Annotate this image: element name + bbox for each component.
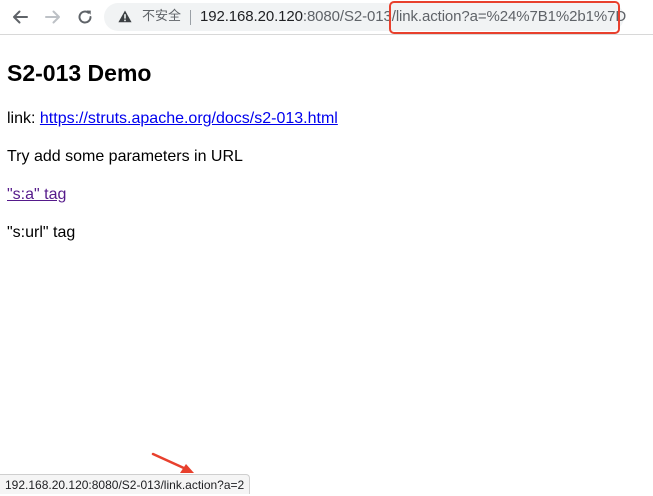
annotation-arrow-icon <box>151 452 194 473</box>
instruction-text: Try add some parameters in URL <box>7 148 243 165</box>
url-host: 192.168.20.120 <box>200 8 303 25</box>
page-title: S2-013 Demo <box>7 60 152 86</box>
status-bar: 192.168.20.120:8080/S2-013/link.action?a… <box>0 474 251 494</box>
warning-triangle-icon[interactable] <box>118 10 132 23</box>
forward-button[interactable] <box>42 6 64 28</box>
address-separator <box>190 10 191 25</box>
arrow-left-icon <box>13 10 28 24</box>
link-paragraph: link: https://struts.apache.org/docs/s2-… <box>7 109 338 129</box>
browser-toolbar: 不安全 192.168.20.120:8080/S2-013/link.acti… <box>0 0 653 35</box>
sa-tag-paragraph: "s:a" tag <box>7 185 66 205</box>
surl-tag-text: "s:url" tag <box>7 224 76 241</box>
reload-icon <box>78 10 92 24</box>
back-button[interactable] <box>9 6 31 28</box>
url-path: :8080/S2-013/link.action?a=%24%7B1%2b1%7… <box>302 8 627 25</box>
docs-link[interactable]: https://struts.apache.org/docs/s2-013.ht… <box>40 110 338 127</box>
sa-tag-link[interactable]: "s:a" tag <box>7 186 66 203</box>
arrow-right-icon <box>45 10 60 24</box>
reload-button[interactable] <box>74 6 96 28</box>
link-prefix: link: <box>7 110 40 127</box>
url-text[interactable]: 192.168.20.120:8080/S2-013/link.action?a… <box>200 8 626 26</box>
address-bar[interactable]: 不安全 192.168.20.120:8080/S2-013/link.acti… <box>104 3 626 31</box>
security-status-label[interactable]: 不安全 <box>142 9 181 25</box>
